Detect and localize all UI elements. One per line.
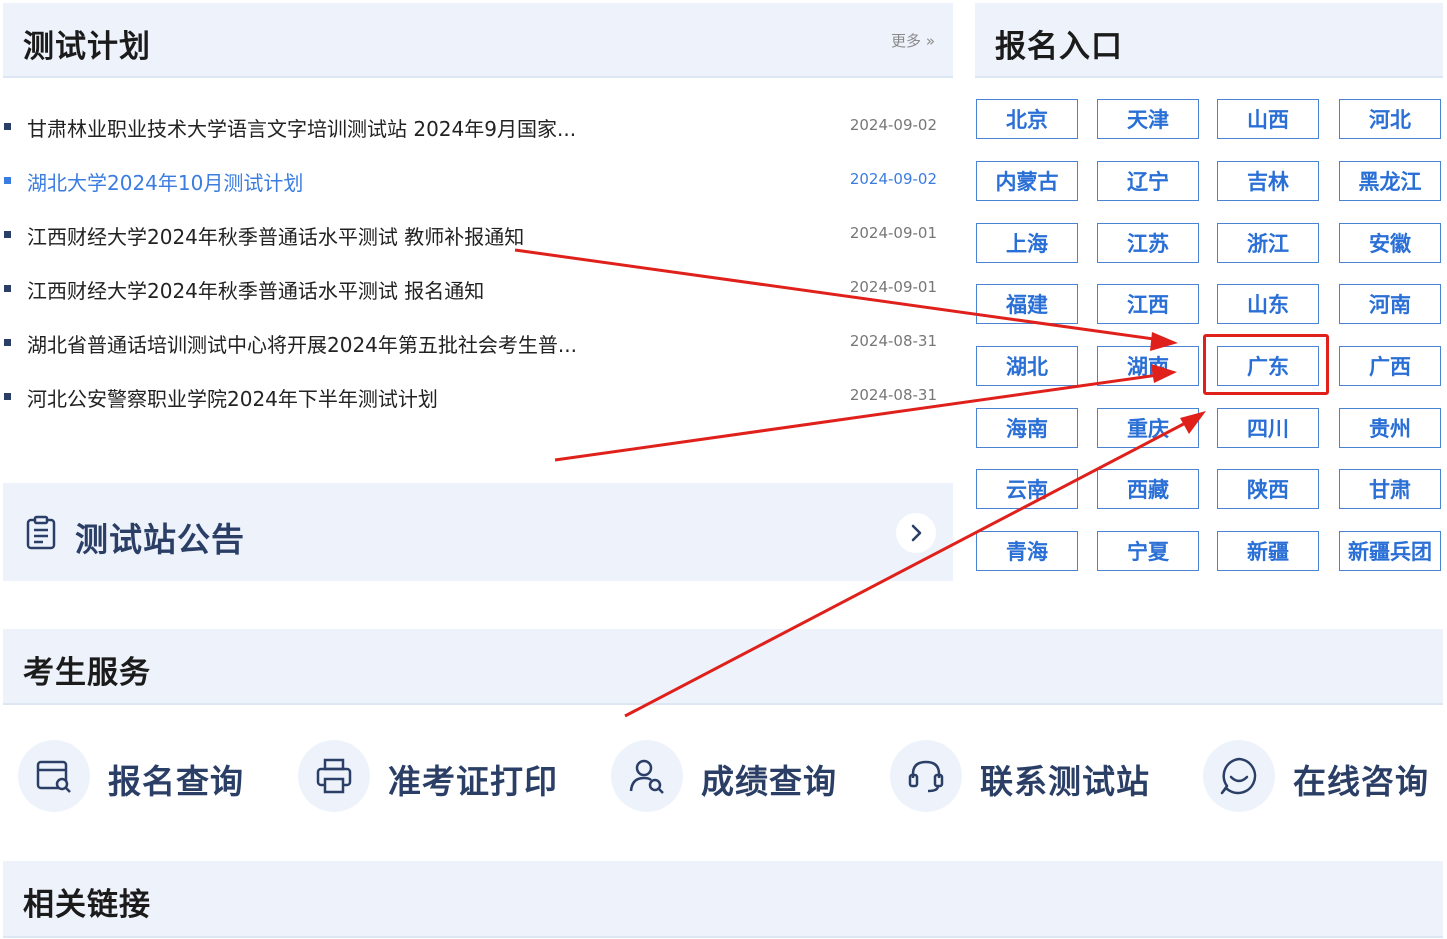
news-date: 2024-08-31 [849, 386, 937, 404]
province-button[interactable]: 浙江 [1217, 223, 1319, 263]
news-date: 2024-09-02 [849, 116, 937, 134]
province-button[interactable]: 广西 [1339, 346, 1441, 386]
chat-bubble-icon [1203, 740, 1275, 812]
bullet-icon [4, 123, 11, 130]
services-header: 考生服务 [3, 629, 1443, 705]
links-header: 相关链接 [3, 861, 1443, 938]
province-button[interactable]: 山东 [1217, 284, 1319, 324]
province-button[interactable]: 云南 [976, 469, 1078, 509]
bullet-icon [4, 177, 11, 184]
province-button[interactable]: 山西 [1217, 99, 1319, 139]
news-title[interactable]: 湖北大学2024年10月测试计划 [27, 167, 303, 196]
province-button[interactable]: 吉林 [1217, 161, 1319, 201]
services-title: 考生服务 [23, 655, 151, 691]
province-button[interactable]: 安徽 [1339, 223, 1441, 263]
province-button[interactable]: 湖北 [976, 346, 1078, 386]
province-button[interactable]: 青海 [976, 531, 1078, 571]
notice-bar[interactable]: 测试站公告 [3, 483, 953, 581]
list-item[interactable]: 江西财经大学2024年秋季普通话水平测试 教师补报通知 2024-09-01 [0, 221, 950, 251]
news-title[interactable]: 江西财经大学2024年秋季普通话水平测试 报名通知 [27, 275, 484, 304]
province-button[interactable]: 江苏 [1097, 223, 1199, 263]
province-button[interactable]: 河北 [1339, 99, 1441, 139]
chevron-right-icon[interactable] [896, 513, 936, 553]
province-button[interactable]: 陕西 [1217, 469, 1319, 509]
test-plan-title: 测试计划 [23, 29, 151, 65]
news-title[interactable]: 江西财经大学2024年秋季普通话水平测试 教师补报通知 [27, 221, 524, 250]
news-title[interactable]: 甘肃林业职业技术大学语言文字培训测试站 2024年9月国家... [27, 113, 576, 142]
province-button[interactable]: 福建 [976, 284, 1078, 324]
province-button[interactable]: 天津 [1097, 99, 1199, 139]
province-button[interactable]: 辽宁 [1097, 161, 1199, 201]
list-item[interactable]: 湖北省普通话培训测试中心将开展2024年第五批社会考生普... 2024-08-… [0, 329, 950, 359]
list-item[interactable]: 湖北大学2024年10月测试计划 2024-09-02 [0, 167, 950, 197]
registration-header: 报名入口 [975, 3, 1443, 78]
bullet-icon [4, 231, 11, 238]
province-button[interactable]: 重庆 [1097, 408, 1199, 448]
province-button[interactable]: 西藏 [1097, 469, 1199, 509]
province-button[interactable]: 北京 [976, 99, 1078, 139]
province-button[interactable]: 新疆兵团 [1339, 531, 1441, 571]
news-title[interactable]: 河北公安警察职业学院2024年下半年测试计划 [27, 383, 438, 412]
document-icon [25, 515, 59, 555]
province-button[interactable]: 河南 [1339, 284, 1441, 324]
service-label: 联系测试站 [980, 762, 1150, 801]
province-button[interactable]: 新疆 [1217, 531, 1319, 571]
province-button[interactable]: 江西 [1097, 284, 1199, 324]
registration-title: 报名入口 [995, 29, 1123, 65]
list-item[interactable]: 河北公安警察职业学院2024年下半年测试计划 2024-08-31 [0, 383, 950, 413]
news-date: 2024-08-31 [849, 332, 937, 350]
service-label: 报名查询 [108, 762, 244, 801]
province-button[interactable]: 宁夏 [1097, 531, 1199, 571]
list-item[interactable]: 江西财经大学2024年秋季普通话水平测试 报名通知 2024-09-01 [0, 275, 950, 305]
list-item[interactable]: 甘肃林业职业技术大学语言文字培训测试站 2024年9月国家... 2024-09… [0, 113, 950, 143]
province-button[interactable]: 四川 [1217, 408, 1319, 448]
news-date: 2024-09-01 [849, 224, 937, 242]
province-button[interactable]: 湖南 [1097, 346, 1199, 386]
service-label: 在线咨询 [1293, 762, 1429, 801]
province-button[interactable]: 内蒙古 [976, 161, 1078, 201]
province-button[interactable]: 黑龙江 [1339, 161, 1441, 201]
registration-query-icon [18, 740, 90, 812]
service-label: 成绩查询 [701, 762, 837, 801]
links-title: 相关链接 [23, 887, 151, 923]
bullet-icon [4, 393, 11, 400]
printer-icon [298, 740, 370, 812]
province-button[interactable]: 贵州 [1339, 408, 1441, 448]
service-label: 准考证打印 [388, 762, 558, 801]
bullet-icon [4, 285, 11, 292]
news-date: 2024-09-01 [849, 278, 937, 296]
province-button[interactable]: 上海 [976, 223, 1078, 263]
bullet-icon [4, 339, 11, 346]
more-link[interactable]: 更多 » [891, 30, 935, 51]
notice-title: 测试站公告 [75, 520, 245, 559]
news-title[interactable]: 湖北省普通话培训测试中心将开展2024年第五批社会考生普... [27, 329, 577, 358]
headset-icon [890, 740, 962, 812]
news-date: 2024-09-02 [849, 170, 937, 188]
user-search-icon [611, 740, 683, 812]
province-button[interactable]: 甘肃 [1339, 469, 1441, 509]
province-button[interactable]: 海南 [976, 408, 1078, 448]
test-plan-header: 测试计划 更多 » [3, 3, 953, 78]
highlight-annotation [1203, 334, 1329, 395]
